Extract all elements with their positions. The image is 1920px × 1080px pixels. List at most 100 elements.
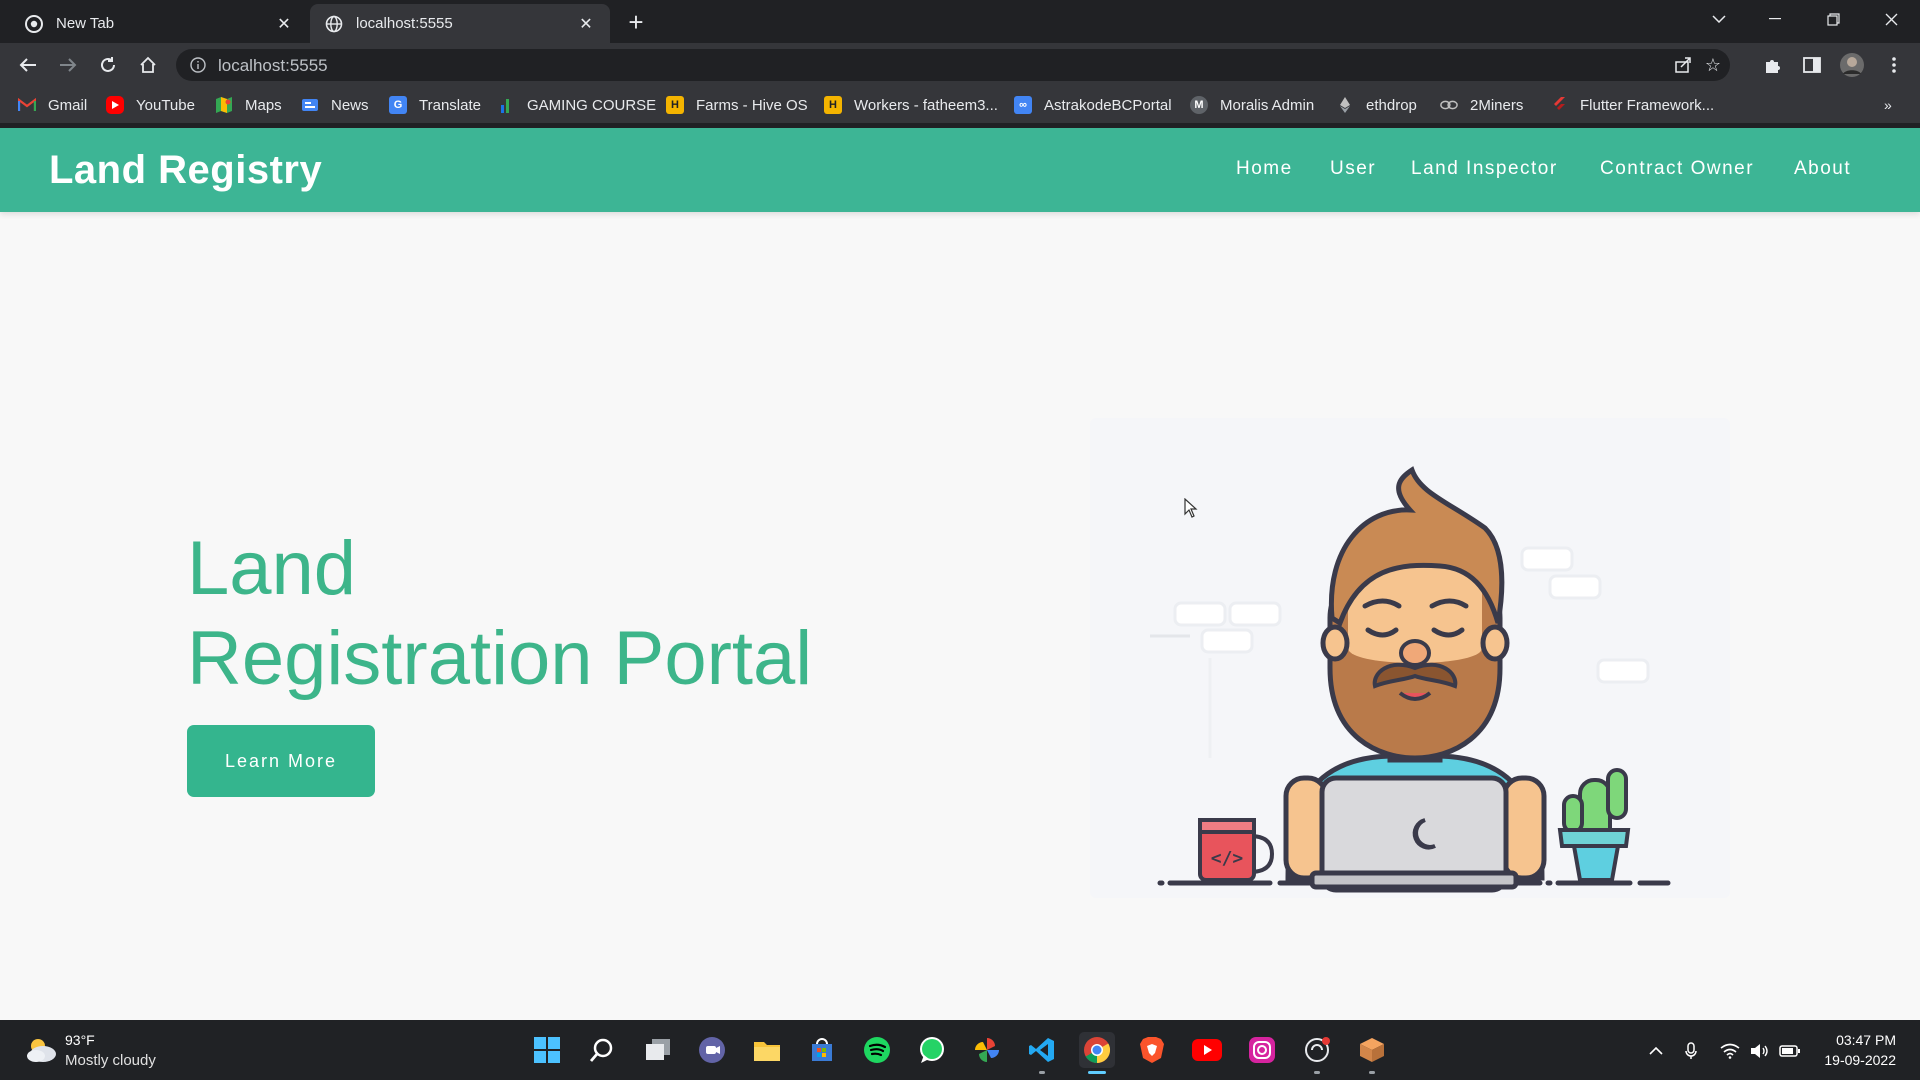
- new-tab-button[interactable]: +: [622, 8, 650, 36]
- nav-land-inspector[interactable]: Land Inspector: [1411, 158, 1558, 180]
- globe-icon: [324, 14, 344, 34]
- weather-description[interactable]: Mostly cloudy: [65, 1052, 156, 1069]
- back-arrow-icon[interactable]: [14, 51, 42, 79]
- hero-title-line-1: Land: [187, 526, 357, 611]
- bookmark-translate[interactable]: G Translate: [389, 95, 481, 115]
- active-indicator: [1088, 1071, 1106, 1074]
- nav-contract-owner[interactable]: Contract Owner: [1600, 158, 1754, 180]
- bookmark-youtube[interactable]: YouTube: [106, 95, 195, 115]
- whatsapp-icon[interactable]: [914, 1032, 950, 1068]
- browser-menu-icon[interactable]: [1880, 51, 1908, 79]
- maps-icon: [215, 96, 233, 114]
- extensions-icon[interactable]: [1758, 51, 1786, 79]
- running-indicator: [1314, 1071, 1320, 1074]
- spotify-icon[interactable]: [859, 1032, 895, 1068]
- windows-start-icon[interactable]: [529, 1032, 565, 1068]
- weather-temperature[interactable]: 93°F: [65, 1032, 95, 1048]
- hero-title: Land Registration Portal: [187, 524, 812, 704]
- close-tab-icon[interactable]: ✕: [576, 14, 596, 34]
- microphone-icon[interactable]: [1680, 1040, 1702, 1062]
- nav-home[interactable]: Home: [1236, 158, 1293, 180]
- chrome-icon: [24, 14, 44, 34]
- link-icon: ∞: [1014, 96, 1032, 114]
- close-window-icon[interactable]: [1868, 4, 1914, 34]
- news-icon: [301, 96, 319, 114]
- forward-arrow-icon[interactable]: [54, 51, 82, 79]
- bookmark-gmail[interactable]: Gmail: [18, 95, 87, 115]
- miners-icon: [1440, 96, 1458, 114]
- more-bookmarks-chevron-icon[interactable]: »: [1884, 95, 1892, 115]
- reload-icon[interactable]: [94, 51, 122, 79]
- instagram-icon[interactable]: [1244, 1032, 1280, 1068]
- bookmark-farms-hive-os[interactable]: H Farms - Hive OS: [666, 95, 808, 115]
- volume-icon[interactable]: [1749, 1040, 1771, 1062]
- youtube-icon: [106, 96, 124, 114]
- bookmark-star-icon[interactable]: ☆: [1702, 54, 1724, 76]
- task-view-icon[interactable]: [640, 1032, 676, 1068]
- restore-window-icon[interactable]: [1810, 4, 1856, 34]
- browser-tab-strip: New Tab ✕ localhost:5555 ✕ +: [0, 0, 1920, 43]
- nav-about[interactable]: About: [1794, 158, 1851, 180]
- bookmark-workers[interactable]: H Workers - fatheem3...: [824, 95, 998, 115]
- teams-chat-icon[interactable]: [694, 1032, 730, 1068]
- address-bar[interactable]: localhost:5555 ☆: [176, 49, 1730, 81]
- share-icon[interactable]: [1672, 54, 1694, 76]
- bookmark-ethdrop[interactable]: ethdrop: [1336, 95, 1417, 115]
- svg-text:</>: </>: [1211, 848, 1244, 869]
- youtube-taskbar-icon[interactable]: [1189, 1032, 1225, 1068]
- bookmark-moralis[interactable]: M Moralis Admin: [1190, 95, 1314, 115]
- url-text[interactable]: localhost:5555: [218, 56, 328, 76]
- running-indicator: [1039, 1071, 1045, 1074]
- microsoft-store-icon[interactable]: [804, 1032, 840, 1068]
- flutter-icon: [1550, 96, 1568, 114]
- tab-new-tab[interactable]: New Tab ✕: [10, 4, 308, 43]
- bookmark-maps[interactable]: Maps: [215, 95, 282, 115]
- site-navbar: Land Registry Home User Land Inspector C…: [0, 128, 1920, 212]
- tab-title: localhost:5555: [356, 15, 453, 32]
- side-panel-icon[interactable]: [1798, 51, 1826, 79]
- chevron-up-icon[interactable]: [1645, 1040, 1667, 1062]
- bookmarks-bar: Gmail YouTube Maps News G Translate GAMI…: [0, 87, 1920, 123]
- mouse-cursor-icon: [1184, 498, 1198, 518]
- cloudy-weather-icon[interactable]: [24, 1034, 58, 1064]
- moralis-icon: M: [1190, 96, 1208, 114]
- site-info-icon[interactable]: [188, 55, 208, 75]
- vscode-icon[interactable]: [1024, 1032, 1060, 1074]
- bookmark-2miners[interactable]: 2Miners: [1440, 95, 1523, 115]
- site-brand[interactable]: Land Registry: [49, 148, 322, 193]
- clock-time[interactable]: 03:47 PM: [1826, 1032, 1896, 1048]
- tab-title: New Tab: [56, 15, 115, 32]
- home-icon[interactable]: [134, 51, 162, 79]
- wifi-icon[interactable]: [1719, 1040, 1741, 1062]
- file-explorer-icon[interactable]: [749, 1032, 785, 1068]
- search-icon[interactable]: [584, 1032, 620, 1068]
- app-icon[interactable]: [1299, 1032, 1335, 1074]
- bookmark-flutter[interactable]: Flutter Framework...: [1550, 95, 1714, 115]
- minimize-window-icon[interactable]: [1752, 4, 1798, 34]
- developer-illustration: </>: [1090, 418, 1730, 898]
- hero-title-line-2: Registration Portal: [187, 616, 813, 701]
- tab-localhost[interactable]: localhost:5555 ✕: [310, 4, 610, 43]
- box-icon[interactable]: [1354, 1032, 1390, 1074]
- tab-search-icon[interactable]: [1696, 4, 1742, 34]
- nav-user[interactable]: User: [1330, 158, 1376, 180]
- learn-more-button[interactable]: Learn More: [187, 725, 375, 797]
- hive-icon: H: [824, 96, 842, 114]
- bar-chart-icon: [497, 96, 515, 114]
- close-tab-icon[interactable]: ✕: [274, 14, 294, 34]
- running-indicator: [1369, 1071, 1375, 1074]
- brave-icon[interactable]: [1134, 1032, 1170, 1068]
- hive-icon: H: [666, 96, 684, 114]
- gmail-icon: [18, 96, 36, 114]
- photos-icon[interactable]: [969, 1032, 1005, 1068]
- ethereum-icon: [1336, 96, 1354, 114]
- clock-date[interactable]: 19-09-2022: [1810, 1052, 1896, 1068]
- windows-taskbar: 93°F Mostly cloudy 03:47 PM 19-09-2022: [0, 1020, 1920, 1080]
- profile-avatar[interactable]: [1838, 51, 1866, 79]
- chrome-taskbar-icon[interactable]: [1079, 1032, 1115, 1074]
- battery-icon[interactable]: [1779, 1040, 1801, 1062]
- bookmark-news[interactable]: News: [301, 95, 369, 115]
- bookmark-gaming-course[interactable]: GAMING COURSE: [497, 95, 656, 115]
- translate-icon: G: [389, 96, 407, 114]
- bookmark-astrakode[interactable]: ∞ AstrakodeBCPortal: [1014, 95, 1172, 115]
